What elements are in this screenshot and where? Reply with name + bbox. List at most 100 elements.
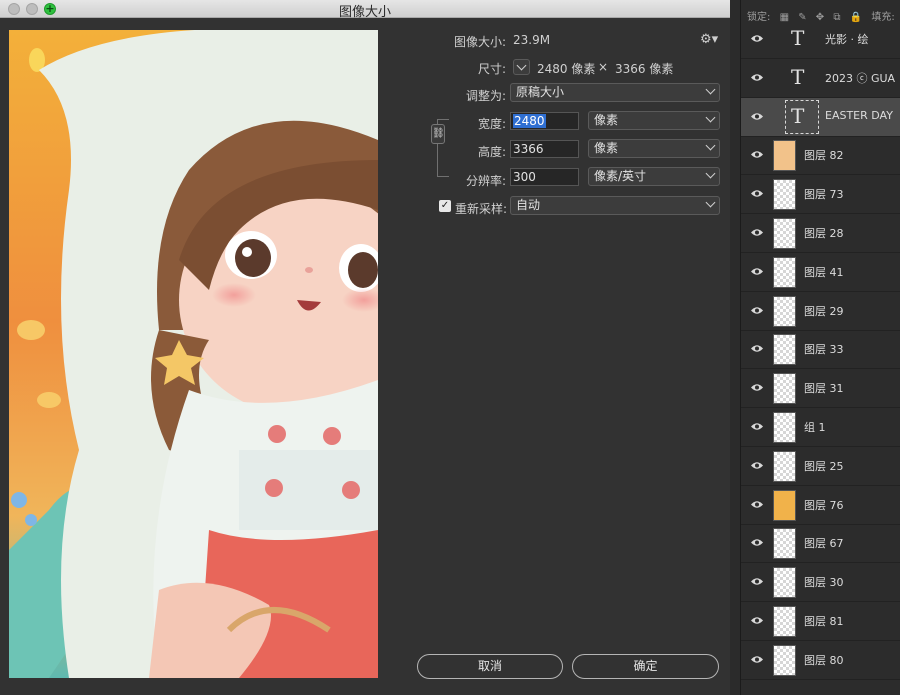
eye-icon[interactable]: [751, 614, 763, 624]
layer-thumbnail: [773, 334, 796, 366]
eye-icon[interactable]: [751, 653, 763, 663]
preview-illustration: [9, 30, 378, 678]
layer-row[interactable]: 图层 31: [741, 369, 900, 409]
layer-row[interactable]: 组 1: [741, 408, 900, 447]
width-unit-value: 像素: [594, 113, 619, 127]
height-label: 高度:: [477, 145, 506, 159]
image-size-label: 图像大小:: [453, 35, 506, 49]
eye-icon[interactable]: [751, 342, 763, 353]
eye-icon[interactable]: [751, 381, 763, 391]
fit-to-label: 调整为:: [465, 89, 506, 103]
eye-icon[interactable]: [751, 304, 763, 314]
eye-icon[interactable]: [751, 536, 763, 547]
layer-name: 2023 ⓒ GUA: [825, 71, 896, 85]
layer-row[interactable]: 图层 76: [741, 486, 900, 525]
eye-icon[interactable]: [751, 420, 763, 430]
fit-to-value: 原稿大小: [516, 85, 565, 99]
eye-icon[interactable]: [751, 575, 763, 585]
width-input[interactable]: 2480: [510, 112, 579, 130]
layer-row[interactable]: 图层 80: [741, 641, 900, 680]
layer-thumbnail: [773, 218, 796, 249]
eye-icon[interactable]: [751, 459, 763, 469]
ok-button[interactable]: 确定: [572, 654, 719, 679]
resample-checkbox[interactable]: ✓: [439, 200, 451, 212]
width-unit-select[interactable]: 像素: [588, 111, 720, 130]
chevron-down-icon: [516, 60, 527, 71]
text-layer-icon: T: [791, 103, 805, 128]
eye-icon[interactable]: [751, 498, 763, 508]
layer-name: 图层 82: [804, 149, 844, 163]
text-layer-icon: T: [791, 64, 805, 89]
layer-thumbnail: [773, 140, 796, 172]
layer-thumbnail: [773, 606, 796, 637]
layer-row[interactable]: 图层 82: [741, 136, 900, 176]
layer-row[interactable]: 图层 25: [741, 447, 900, 486]
resolution-unit-select[interactable]: 像素/英寸: [588, 167, 720, 186]
layer-name: 图层 33: [804, 343, 844, 357]
layer-name: 组 1: [804, 421, 826, 434]
eye-icon[interactable]: [751, 265, 763, 275]
layer-name: 图层 81: [804, 615, 844, 628]
fit-to-select[interactable]: 原稿大小: [510, 83, 720, 102]
dialog-titlebar: + 图像大小: [0, 0, 730, 20]
layer-name: 图层 28: [804, 227, 844, 240]
eye-icon[interactable]: [751, 32, 763, 42]
image-size-dialog: + 图像大小 ⚙▾ 图像大小: 23.9M 尺寸: 2480 像素 × 3366…: [0, 0, 730, 695]
layer-name: EASTER DAY: [825, 108, 893, 122]
layer-row[interactable]: 图层 28: [741, 214, 900, 253]
layer-thumbnail: [773, 489, 796, 521]
layer-row[interactable]: 图层 30: [741, 563, 900, 603]
layer-row[interactable]: T EASTER DAY: [741, 97, 900, 137]
resolution-input[interactable]: 300: [510, 168, 579, 186]
chevron-down-icon: [705, 168, 716, 179]
resample-value: 自动: [516, 198, 541, 212]
cancel-button[interactable]: 取消: [417, 654, 563, 679]
eye-icon[interactable]: [751, 226, 763, 236]
layer-row[interactable]: 图层 73: [741, 175, 900, 215]
dimensions-label: 尺寸:: [477, 62, 506, 76]
layer-row[interactable]: 图层 33: [741, 330, 900, 370]
layer-name: 图层 73: [804, 188, 844, 202]
layer-name: 光影 · 绘: [825, 33, 869, 46]
image-preview[interactable]: [9, 30, 378, 678]
layer-thumbnail: [773, 412, 796, 443]
dimensions-height: 3366 像素: [615, 62, 674, 76]
eye-icon[interactable]: [751, 187, 763, 197]
layer-thumbnail: [773, 373, 796, 405]
layer-thumbnail: [773, 179, 796, 211]
layer-row[interactable]: T 2023 ⓒ GUA: [741, 59, 900, 98]
layer-row[interactable]: T 光影 · 绘: [741, 20, 900, 59]
layer-row[interactable]: 图层 41: [741, 253, 900, 292]
text-layer-icon: T: [791, 26, 805, 50]
resample-select[interactable]: 自动: [510, 196, 720, 215]
layer-thumbnail: [773, 528, 796, 560]
height-input[interactable]: 3366: [510, 140, 579, 158]
eye-icon[interactable]: [751, 110, 763, 120]
resample-label: 重新采样:: [455, 202, 508, 216]
height-value: 3366: [513, 142, 544, 156]
layer-name: 图层 67: [804, 537, 844, 551]
layer-name: 图层 31: [804, 382, 844, 396]
layer-row[interactable]: 图层 81: [741, 602, 900, 641]
layer-name: 图层 25: [804, 459, 844, 473]
dimensions-units-dropdown[interactable]: [513, 59, 530, 75]
resolution-value: 300: [513, 170, 536, 184]
chevron-down-icon: [705, 84, 716, 95]
width-value: 2480: [513, 114, 546, 128]
chevron-down-icon: [705, 140, 716, 151]
dimensions-width: 2480 像素: [537, 62, 596, 76]
layer-thumbnail: [773, 450, 796, 482]
eye-icon[interactable]: [751, 71, 763, 81]
eye-icon[interactable]: [751, 148, 763, 159]
layer-thumbnail: [773, 644, 796, 676]
resolution-label: 分辨率:: [465, 174, 506, 188]
layer-row[interactable]: 图层 67: [741, 524, 900, 564]
height-unit-select[interactable]: 像素: [588, 139, 720, 158]
layer-name: 图层 29: [804, 304, 844, 318]
gear-icon[interactable]: ⚙▾: [700, 32, 718, 47]
dialog-title: 图像大小: [338, 5, 391, 20]
layer-thumbnail: [773, 567, 796, 599]
layers-panel: 锁定: ▦ ✎ ✥ ⧉ 🔒 填充: T 光影 · 绘 T 2023 ⓒ GUA T EAS…: [740, 0, 900, 695]
width-label: 宽度:: [477, 117, 506, 131]
layer-row[interactable]: 图层 29: [741, 292, 900, 331]
